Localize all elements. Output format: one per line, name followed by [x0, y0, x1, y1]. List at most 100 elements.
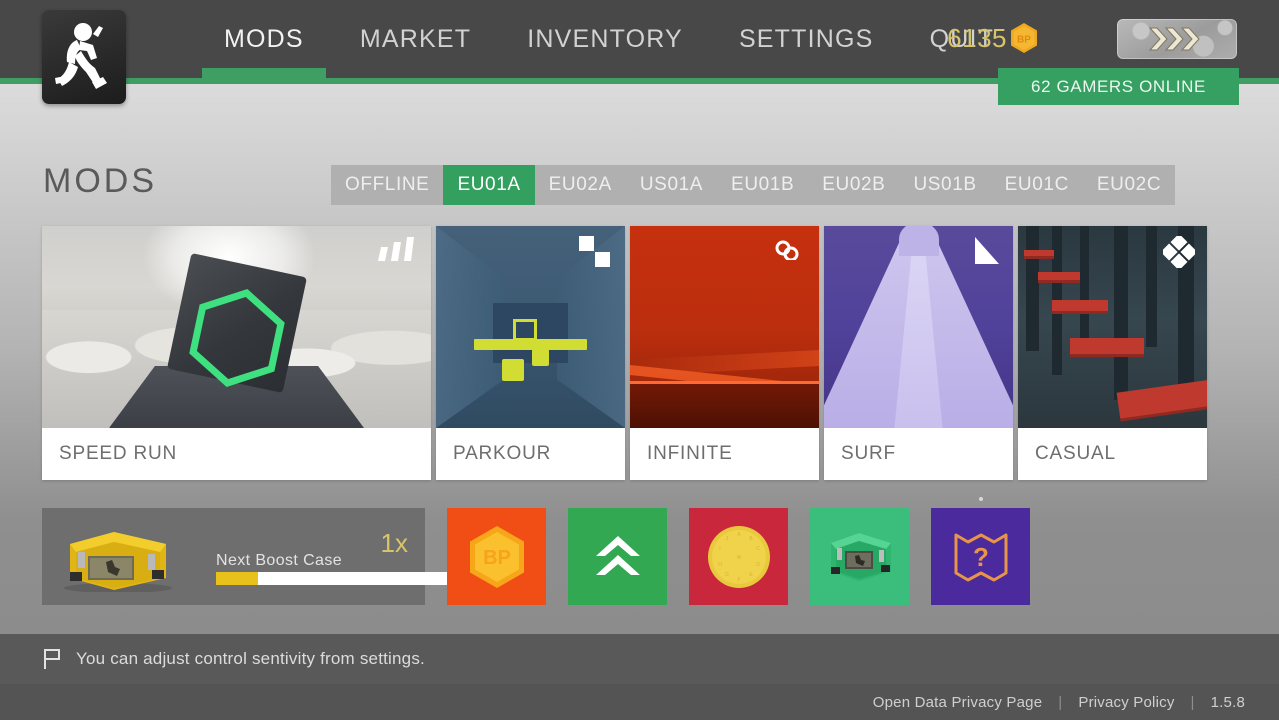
- server-tab-list: OFFLINE EU01A EU02A US01A EU01B EU02B US…: [331, 165, 1176, 205]
- svg-text:F: F: [737, 577, 740, 583]
- mode-card-artwork: [436, 226, 625, 428]
- mode-card-label: SURF: [841, 443, 896, 464]
- mode-card-speed-run[interactable]: SPEED RUN: [42, 226, 431, 480]
- server-tab-us01a[interactable]: US01A: [626, 165, 717, 205]
- block-outline: [513, 318, 538, 341]
- server-tab-eu02a[interactable]: EU02A: [535, 165, 626, 205]
- two-squares-icon: [579, 236, 613, 275]
- nav-item-market[interactable]: MARKET: [332, 0, 499, 78]
- footer-separator: |: [1058, 693, 1063, 711]
- speed-bars-icon: [375, 236, 419, 267]
- bp-hexagon-icon: BP: [469, 525, 524, 588]
- server-tab-us01b[interactable]: US01B: [899, 165, 990, 205]
- green-hex-outline: [188, 289, 285, 387]
- red-step: [1024, 250, 1054, 256]
- mode-card-casual[interactable]: CASUAL: [1018, 226, 1207, 480]
- server-tab-label: EU02C: [1096, 174, 1162, 195]
- online-players-banner: 62 GAMERS ONLINE: [998, 68, 1239, 105]
- server-tab-label: EU01B: [731, 174, 795, 195]
- svg-text:I: I: [719, 546, 720, 552]
- game-mode-card-list: SPEED RUN PARKOUR INFINITE SURF CASUAL: [42, 226, 1207, 480]
- red-step: [1038, 272, 1080, 280]
- server-tab-label: EU01C: [1004, 174, 1069, 195]
- buy-bp-button[interactable]: BP: [447, 508, 546, 605]
- daily-spin-button[interactable]: ABC DEF GHI J: [689, 508, 788, 605]
- nav-item-settings[interactable]: SETTINGS: [711, 0, 902, 78]
- red-step: [1116, 379, 1207, 419]
- green-case-icon: [830, 532, 891, 581]
- tip-text: You can adjust control sentivity from se…: [76, 649, 425, 668]
- pillar: [1026, 226, 1039, 352]
- nav-label: SETTINGS: [738, 24, 874, 53]
- boost-case-title: Next Boost Case: [216, 552, 343, 569]
- double-chevron-up-icon: [595, 535, 640, 575]
- footer-separator: |: [1190, 693, 1195, 711]
- privacy-policy-link[interactable]: Privacy Policy: [1078, 694, 1174, 711]
- open-case-button[interactable]: [810, 508, 909, 605]
- mode-card-artwork: [630, 226, 819, 428]
- boost-progress-fill: [216, 572, 259, 585]
- server-tab-eu02b[interactable]: EU02B: [808, 165, 899, 205]
- pillar: [1080, 226, 1089, 340]
- mode-card-parkour[interactable]: PARKOUR: [436, 226, 625, 480]
- mode-card-infinite[interactable]: INFINITE: [630, 226, 819, 480]
- boost-case-multiplier: 1x: [380, 528, 408, 558]
- svg-text:BP: BP: [1017, 35, 1031, 46]
- four-diamonds-icon: [1160, 233, 1198, 273]
- currency-display[interactable]: 6135 BP: [947, 22, 1039, 54]
- triple-chevron-rank-icon: [1148, 27, 1200, 51]
- server-tab-offline[interactable]: OFFLINE: [331, 165, 443, 205]
- pillar: [1114, 226, 1128, 400]
- mode-card-label: SPEED RUN: [59, 443, 178, 464]
- server-tab-eu01b[interactable]: EU01B: [717, 165, 808, 205]
- svg-text:D: D: [756, 562, 760, 568]
- block-small: [532, 349, 550, 367]
- server-tab-eu01a[interactable]: EU01A: [443, 165, 535, 205]
- mode-card-artwork: [42, 226, 431, 428]
- surf-ramp-tip: [898, 226, 939, 256]
- online-players-text: 62 GAMERS ONLINE: [1031, 76, 1206, 96]
- pillar: [1146, 226, 1157, 348]
- main-navigation: MODS MARKET INVENTORY SETTINGS QUIT: [196, 0, 1022, 78]
- svg-text:G: G: [725, 572, 729, 578]
- server-tab-label: EU01A: [457, 174, 521, 195]
- page-title: MODS: [43, 162, 157, 200]
- mode-card-label: CASUAL: [1035, 443, 1116, 464]
- next-boost-case-panel[interactable]: Next Boost Case 1x: [42, 508, 450, 605]
- red-step: [1052, 300, 1108, 311]
- triangle-icon: [973, 236, 1001, 271]
- mode-card-artwork: [824, 226, 1013, 428]
- red-step: [1070, 338, 1144, 354]
- upgrade-button[interactable]: [568, 508, 667, 605]
- nav-label: MODS: [224, 24, 304, 53]
- mode-card-surf[interactable]: SURF: [824, 226, 1013, 480]
- nav-item-inventory[interactable]: INVENTORY: [499, 0, 711, 78]
- mystery-map-button[interactable]: ?: [931, 497, 1030, 605]
- gold-coin-icon: ABC DEF GHI J: [707, 525, 770, 588]
- flag-icon: [44, 649, 60, 669]
- svg-text:?: ?: [973, 542, 989, 572]
- mode-card-artwork: [1018, 226, 1207, 428]
- server-tab-label: OFFLINE: [345, 174, 430, 195]
- map-question-icon: ?: [954, 533, 1007, 581]
- infinity-icon: [767, 236, 807, 265]
- nav-label: INVENTORY: [527, 24, 683, 53]
- bp-hexagon-icon: BP: [1009, 22, 1039, 54]
- open-data-privacy-link[interactable]: Open Data Privacy Page: [873, 694, 1043, 711]
- mode-card-label: PARKOUR: [453, 443, 552, 464]
- nav-item-mods[interactable]: MODS: [196, 0, 332, 78]
- svg-text:BP: BP: [483, 547, 511, 569]
- floor-slab: [630, 382, 819, 428]
- rank-badge[interactable]: [1117, 19, 1237, 59]
- yellow-case-icon: [64, 532, 172, 592]
- floor-edge-line: [630, 381, 819, 384]
- server-tab-eu01c[interactable]: EU01C: [991, 165, 1083, 205]
- server-tab-label: EU02B: [822, 174, 886, 195]
- server-tab-label: US01B: [913, 174, 977, 195]
- server-tab-label: US01A: [639, 174, 704, 195]
- server-tab-label: EU02A: [548, 174, 612, 195]
- game-logo[interactable]: [42, 10, 126, 104]
- notification-dot: [978, 497, 983, 501]
- tip-bar: You can adjust control sentivity from se…: [0, 634, 1279, 684]
- server-tab-eu02c[interactable]: EU02C: [1083, 165, 1175, 205]
